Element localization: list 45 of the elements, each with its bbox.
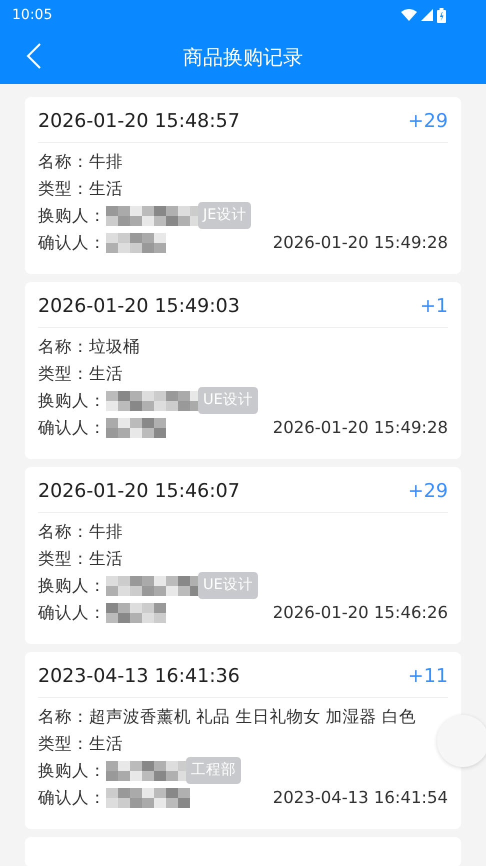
field-label: 名称：	[38, 152, 89, 171]
field-label: 类型：	[38, 364, 89, 383]
field-label: 换购人：	[38, 205, 106, 227]
field-label: 名称：	[38, 707, 89, 726]
record-time: 2026-01-20 15:48:57	[38, 109, 240, 134]
field-label: 确认人：	[38, 787, 106, 809]
confirm-time: 2023-04-13 16:41:54	[272, 787, 448, 809]
points-value: +11	[408, 664, 448, 689]
confirm-time: 2026-01-20 15:46:26	[272, 602, 448, 624]
field-value: 生活	[89, 179, 123, 198]
field-label: 类型：	[38, 734, 89, 753]
signal-icon	[421, 9, 433, 21]
field-value: 垃圾桶	[89, 337, 140, 356]
field-value: 生活	[89, 549, 123, 568]
field-label: 确认人：	[38, 602, 106, 624]
blurred-name	[106, 602, 166, 622]
points-value: +29	[408, 479, 448, 504]
field-label: 换购人：	[38, 390, 106, 412]
blurred-name	[106, 232, 166, 252]
back-icon[interactable]	[26, 43, 42, 69]
field-label: 类型：	[38, 549, 89, 568]
confirm-time: 2026-01-20 15:49:28	[272, 417, 448, 439]
record-time: 2023-04-13 16:41:36	[38, 664, 240, 689]
field-value: 生活	[89, 734, 123, 753]
field-value: 生活	[89, 364, 123, 383]
points-value: +1	[420, 294, 448, 319]
page-title: 商品换购记录	[183, 44, 303, 71]
wifi-icon	[401, 9, 417, 21]
field-label: 名称：	[38, 337, 89, 356]
field-label: 换购人：	[38, 760, 106, 782]
field-value: 牛排	[89, 522, 123, 541]
battery-icon	[437, 8, 446, 22]
confirm-time: 2026-01-20 15:49:28	[272, 232, 448, 254]
record-time: 2026-01-20 15:49:03	[38, 294, 240, 319]
field-label: 换购人：	[38, 575, 106, 597]
field-label: 名称：	[38, 522, 89, 541]
status-time: 10:05	[12, 6, 52, 24]
field-label: 确认人：	[38, 232, 106, 254]
field-label: 类型：	[38, 179, 89, 198]
blurred-name	[106, 418, 166, 438]
field-value: 超声波香薰机 礼品 生日礼物女 加湿器 白色	[89, 707, 416, 726]
field-label: 确认人：	[38, 417, 106, 439]
field-value: 牛排	[89, 152, 123, 171]
record-time: 2026-01-20 15:46:07	[38, 479, 240, 504]
points-value: +29	[408, 109, 448, 134]
